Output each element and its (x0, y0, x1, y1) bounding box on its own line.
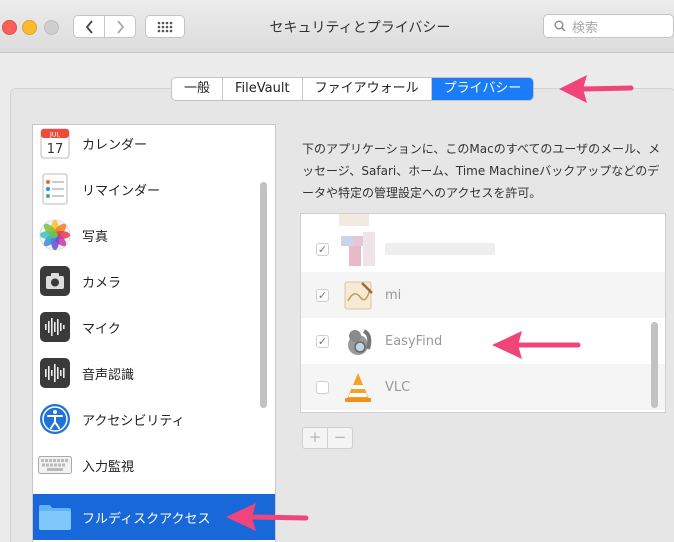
photos-icon (38, 218, 72, 252)
remove-app-button[interactable]: − (328, 428, 352, 448)
tab-firewall[interactable]: ファイアウォール (303, 78, 432, 100)
grid-icon (157, 21, 173, 32)
sidebar-item-accessibility[interactable]: アクセシビリティ (33, 396, 275, 442)
accessibility-icon (38, 402, 72, 436)
sidebar-item-input-monitoring[interactable]: 入力監視 (33, 442, 275, 488)
speech-recognition-icon (38, 356, 72, 390)
sidebar-item-label: マイク (82, 321, 121, 337)
sidebar-item-label: カメラ (82, 275, 122, 291)
sidebar-item-label: フルディスクアクセス (82, 511, 211, 527)
reminders-icon (38, 172, 72, 206)
tab-general[interactable]: 一般 (172, 78, 224, 100)
camera-icon (38, 264, 72, 298)
app-row[interactable]: ✓ EasyFind (301, 318, 665, 364)
folder-icon (38, 500, 72, 534)
sidebar-item-label: 入力監視 (82, 459, 135, 475)
chevron-left-icon (85, 19, 93, 34)
app-list-scrollbar[interactable] (651, 322, 658, 408)
search-placeholder: 検索 (572, 20, 599, 36)
app-name: mi (385, 287, 402, 303)
sidebar-item-label: カレンダー (82, 137, 148, 153)
search-icon (554, 20, 566, 32)
back-button[interactable] (73, 15, 105, 38)
sidebar-item-label: 写真 (82, 229, 109, 245)
annotation-arrow-privacy-tab (559, 75, 634, 103)
chevron-right-icon (116, 19, 124, 34)
sidebar-item-calendar[interactable]: JUL 17 カレンダー (33, 125, 275, 166)
app-checkbox[interactable]: ✓ (316, 242, 329, 256)
sidebar-item-speech-recognition[interactable]: 音声認識 (33, 350, 275, 396)
app-checkbox[interactable] (316, 380, 329, 394)
app-icon-partial (339, 214, 369, 226)
sidebar-item-microphone[interactable]: マイク (33, 304, 275, 350)
keyboard-icon (38, 448, 72, 482)
annotation-arrow-full-disk-access (226, 503, 309, 531)
mi-app-icon (341, 278, 375, 312)
calendar-icon: JUL 17 (38, 126, 72, 160)
app-checkbox[interactable]: ✓ (316, 334, 329, 348)
annotation-arrow-easyfind (492, 331, 581, 359)
app-checkbox[interactable]: ✓ (316, 288, 329, 302)
sidebar-item-photos[interactable]: 写真 (33, 212, 275, 258)
svg-text:17: 17 (47, 142, 64, 157)
sidebar-item-label: 音声認識 (82, 367, 135, 383)
app-row[interactable]: ✓ mi (301, 272, 665, 318)
list-item-partial (301, 214, 665, 226)
sidebar-item-label: リマインダー (82, 183, 161, 199)
app-name: EasyFind (385, 333, 443, 349)
app-name: VLC (385, 379, 411, 395)
privacy-category-list[interactable]: JUL 17 カレンダー リマインダー 写真 カメラ マイク 音声認識 アクセシ… (32, 124, 276, 542)
window-title: セキュリティとプライバシー (269, 20, 451, 36)
sidebar-item-camera[interactable]: カメラ (33, 258, 275, 304)
preferences-window: セキュリティとプライバシー 検索 一般 FileVault ファイアウォール プ… (0, 0, 674, 542)
app-list[interactable]: ✓ ✓ mi ✓ EasyFind VLC (300, 213, 666, 413)
sidebar-item-label: アクセシビリティ (82, 413, 185, 429)
forward-button[interactable] (104, 15, 136, 38)
close-window-button[interactable] (2, 20, 17, 35)
add-app-button[interactable]: + (303, 428, 328, 448)
minimize-window-button[interactable] (22, 20, 37, 35)
blurred-app-icon (341, 232, 375, 266)
tab-filevault[interactable]: FileVault (223, 78, 303, 100)
add-remove-control: + − (302, 427, 353, 449)
sidebar-item-reminders[interactable]: リマインダー (33, 166, 275, 212)
tab-privacy[interactable]: プライバシー (431, 78, 534, 100)
tab-bar: 一般 FileVault ファイアウォール プライバシー (171, 77, 535, 101)
search-field[interactable]: 検索 (543, 14, 674, 38)
zoom-window-button[interactable] (44, 20, 59, 35)
app-row[interactable]: ✓ (301, 226, 665, 272)
title-bar: セキュリティとプライバシー 検索 (0, 0, 674, 53)
easyfind-app-icon (341, 324, 375, 358)
sidebar-scrollbar[interactable] (260, 182, 267, 408)
full-disk-access-description: 下のアプリケーションに、このMacのすべてのユーザのメール、メッセージ、Safa… (302, 142, 661, 200)
app-row[interactable]: VLC (301, 364, 665, 410)
microphone-icon (38, 310, 72, 344)
show-all-button[interactable] (145, 15, 185, 38)
vlc-app-icon (341, 370, 375, 404)
blurred-app-name (385, 243, 495, 255)
svg-text:JUL: JUL (49, 131, 61, 139)
